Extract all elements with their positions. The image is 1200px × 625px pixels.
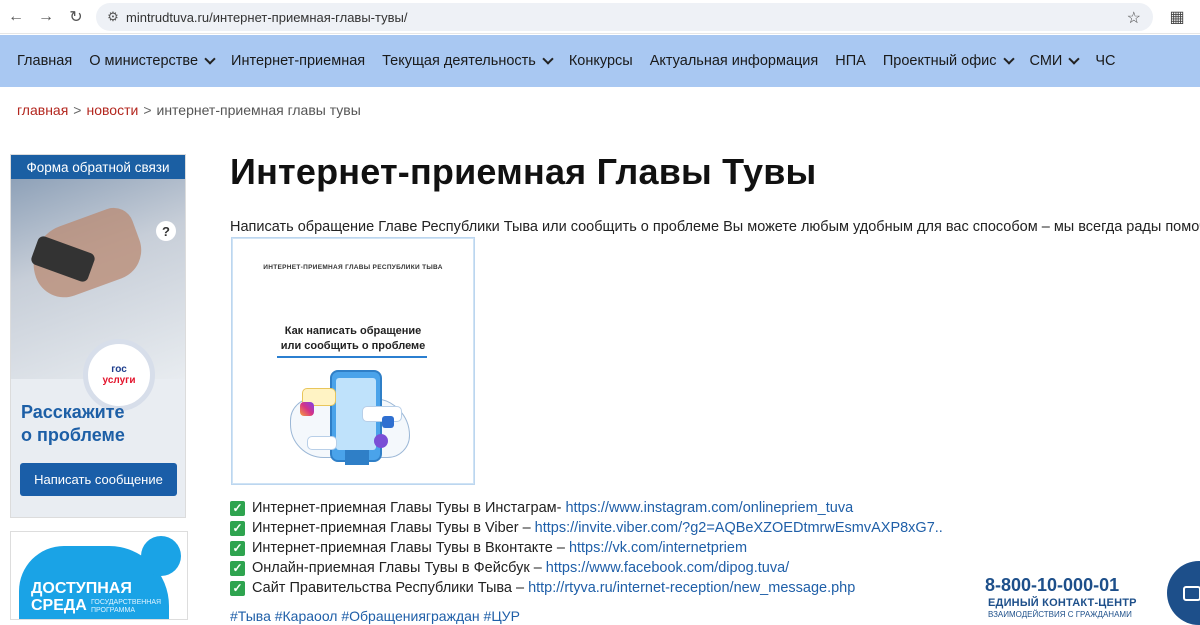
main-menu: Главная О министерстве Интернет-приемная…: [0, 35, 1200, 87]
menu-item-label: О министерстве: [89, 53, 199, 69]
page-title: Интернет-приемная Главы Тувы: [230, 151, 817, 192]
menu-item-label: НПА: [835, 53, 866, 69]
contact-center-label: ЕДИНЫЙ КОНТАКТ-ЦЕНТР: [988, 597, 1137, 609]
menu-item-media[interactable]: СМИ: [1029, 52, 1080, 69]
infographic-heading-line-1: Как написать обращение: [284, 325, 422, 337]
menu-item-label: Главная: [17, 53, 73, 69]
government-site-link[interactable]: http://rtyva.ru/internet-reception/new_m…: [528, 580, 855, 596]
intro-text: Написать обращение Главе Республики Тыва…: [230, 219, 1200, 235]
chevron-down-icon: [1068, 52, 1080, 65]
banner-subtitle-line-2: ПРОГРАММА: [91, 607, 135, 614]
breadcrumb: главная > новости > интернет-приемная главы …: [17, 102, 361, 118]
instagram-link[interactable]: https://www.instagram.com/onlinepriem_tu…: [565, 500, 853, 516]
list-item: ✓ Интернет-приемная Главы Тувы в Viber –…: [230, 518, 943, 538]
reload-icon[interactable]: ↻: [62, 3, 90, 31]
breadcrumb-current: интернет-приемная главы тувы: [156, 102, 361, 118]
infographic-heading-line-2: или сообщить о проблеме: [280, 340, 426, 352]
feedback-banner[interactable]: Форма обратной связи ? гос услуги Расска…: [10, 154, 186, 518]
link-label: Сайт Правительства Республики Тыва –: [252, 580, 525, 596]
list-item: ✓ Интернет-приемная Главы Тувы в Вконтак…: [230, 538, 943, 558]
menu-item-label: Текущая деятельность: [382, 53, 536, 69]
menu-item-project-office[interactable]: Проектный офис: [882, 52, 1015, 69]
link-label: Интернет-приемная Главы Тувы в Viber –: [252, 520, 531, 536]
checkmark-icon: ✓: [230, 540, 245, 556]
banner-tagline: Расскажите о проблеме: [21, 401, 125, 447]
breadcrumb-home-link[interactable]: главная: [17, 102, 68, 118]
accessible-environment-banner[interactable]: ДОСТУПНАЯ СРЕДА ГОСУДАРСТВЕННАЯ ПРОГРАММ…: [10, 531, 188, 620]
menu-item-internet-reception[interactable]: Интернет-приемная: [231, 53, 365, 69]
menu-item-npa[interactable]: НПА: [835, 53, 866, 69]
question-icon: ?: [156, 221, 176, 241]
menu-item-about[interactable]: О министерстве: [89, 52, 216, 69]
logo-text-bottom: услуги: [102, 375, 136, 386]
hashtags[interactable]: #Тыва #Караоол #Обращенияграждан #ЦУР: [230, 608, 520, 624]
banner-title-line-1: ДОСТУПНАЯ: [31, 580, 132, 597]
menu-item-current-activity[interactable]: Текущая деятельность: [382, 52, 554, 69]
chat-button[interactable]: [1167, 561, 1200, 625]
viber-icon: [374, 434, 388, 448]
contact-center-sublabel: ВЗАИМОДЕЙСТВИЯ С ГРАЖДАНАМИ: [988, 610, 1132, 619]
extensions-icon[interactable]: ▦: [1164, 4, 1190, 30]
menu-item-emergency[interactable]: ЧС: [1095, 53, 1115, 69]
checkmark-icon: ✓: [230, 580, 245, 596]
link-label: Интернет-приемная Главы Тувы в Вконтакте…: [252, 540, 565, 556]
menu-item-home[interactable]: Главная: [17, 53, 72, 69]
list-item: ✓ Сайт Правительства Республики Тыва – h…: [230, 578, 943, 598]
list-item: ✓ Онлайн-приемная Главы Тувы в Фейсбук –…: [230, 558, 943, 578]
facebook-link[interactable]: https://www.facebook.com/dipog.tuva/: [546, 560, 789, 576]
bookmark-star-icon[interactable]: ☆: [1127, 8, 1141, 28]
viber-link[interactable]: https://invite.viber.com/?g2=AQBeXZOEDtm…: [535, 520, 943, 536]
menu-item-label: Конкурсы: [568, 53, 633, 69]
chevron-down-icon: [1002, 52, 1015, 65]
forward-icon[interactable]: →: [32, 3, 60, 31]
link-label: Онлайн-приемная Главы Тувы в Фейсбук –: [252, 560, 542, 576]
tagline-line-2: о проблеме: [21, 425, 125, 445]
logo-text-top: гос: [111, 364, 127, 375]
feedback-banner-header: Форма обратной связи: [11, 155, 185, 179]
write-message-button[interactable]: Написать сообщение: [20, 463, 177, 496]
chevron-down-icon: [542, 52, 554, 65]
menu-item-label: ЧС: [1095, 53, 1116, 69]
infographic-image: ИНТЕРНЕТ-ПРИЕМНАЯ ГЛАВЫ РЕСПУБЛИКИ ТЫВА …: [231, 237, 475, 485]
infographic-heading: Как написать обращение или сообщить о пр…: [232, 324, 474, 354]
breadcrumb-news-link[interactable]: новости: [86, 102, 138, 118]
back-icon[interactable]: ←: [2, 3, 30, 31]
checkmark-icon: ✓: [230, 520, 245, 536]
site-settings-icon[interactable]: ⚙: [102, 9, 124, 25]
heading-underline: [277, 356, 427, 358]
banner-subtitle: ГОСУДАРСТВЕННАЯ ПРОГРАММА: [91, 599, 161, 615]
link-label: Интернет-приемная Главы Тувы в Инстаграм…: [252, 500, 562, 516]
banner-blob-shape: [141, 536, 181, 576]
instagram-icon: [300, 402, 314, 416]
tagline-line-1: Расскажите: [21, 402, 125, 422]
menu-item-label: Интернет-приемная: [231, 53, 366, 69]
browser-toolbar: ← → ↻ ⚙ mintrudtuva.ru/интернет-приемная…: [0, 0, 1200, 34]
url-text[interactable]: mintrudtuva.ru/интернет-приемная-главы-т…: [126, 10, 407, 25]
banner-subtitle-line-1: ГОСУДАРСТВЕННАЯ: [91, 599, 162, 606]
envelope-icon: [345, 450, 369, 465]
breadcrumb-separator: >: [73, 102, 82, 118]
banner-photo: ? гос услуги: [11, 179, 185, 411]
menu-item-contests[interactable]: Конкурсы: [569, 53, 633, 69]
list-item: ✓ Интернет-приемная Главы Тувы в Инстагр…: [230, 498, 943, 518]
contact-center-phone[interactable]: 8-800-10-000-01: [985, 575, 1119, 596]
address-bar[interactable]: ⚙ mintrudtuva.ru/интернет-приемная-главы…: [96, 3, 1153, 31]
contact-links-list: ✓ Интернет-приемная Главы Тувы в Инстагр…: [230, 498, 943, 598]
chevron-down-icon: [204, 52, 216, 65]
menu-item-label: Проектный офис: [882, 53, 997, 69]
menu-item-actual-info[interactable]: Актуальная информация: [650, 53, 819, 69]
vk-icon: [382, 416, 394, 428]
breadcrumb-separator: >: [143, 102, 152, 118]
checkmark-icon: ✓: [230, 560, 245, 576]
menu-item-label: Актуальная информация: [649, 53, 819, 69]
checkmark-icon: ✓: [230, 500, 245, 516]
chat-icon: [1183, 585, 1200, 601]
chat-bubble: [307, 436, 337, 450]
menu-item-label: СМИ: [1029, 53, 1063, 69]
infographic-top-text: ИНТЕРНЕТ-ПРИЕМНАЯ ГЛАВЫ РЕСПУБЛИКИ ТЫВА: [263, 264, 443, 271]
vk-link[interactable]: https://vk.com/internetpriem: [569, 540, 747, 556]
